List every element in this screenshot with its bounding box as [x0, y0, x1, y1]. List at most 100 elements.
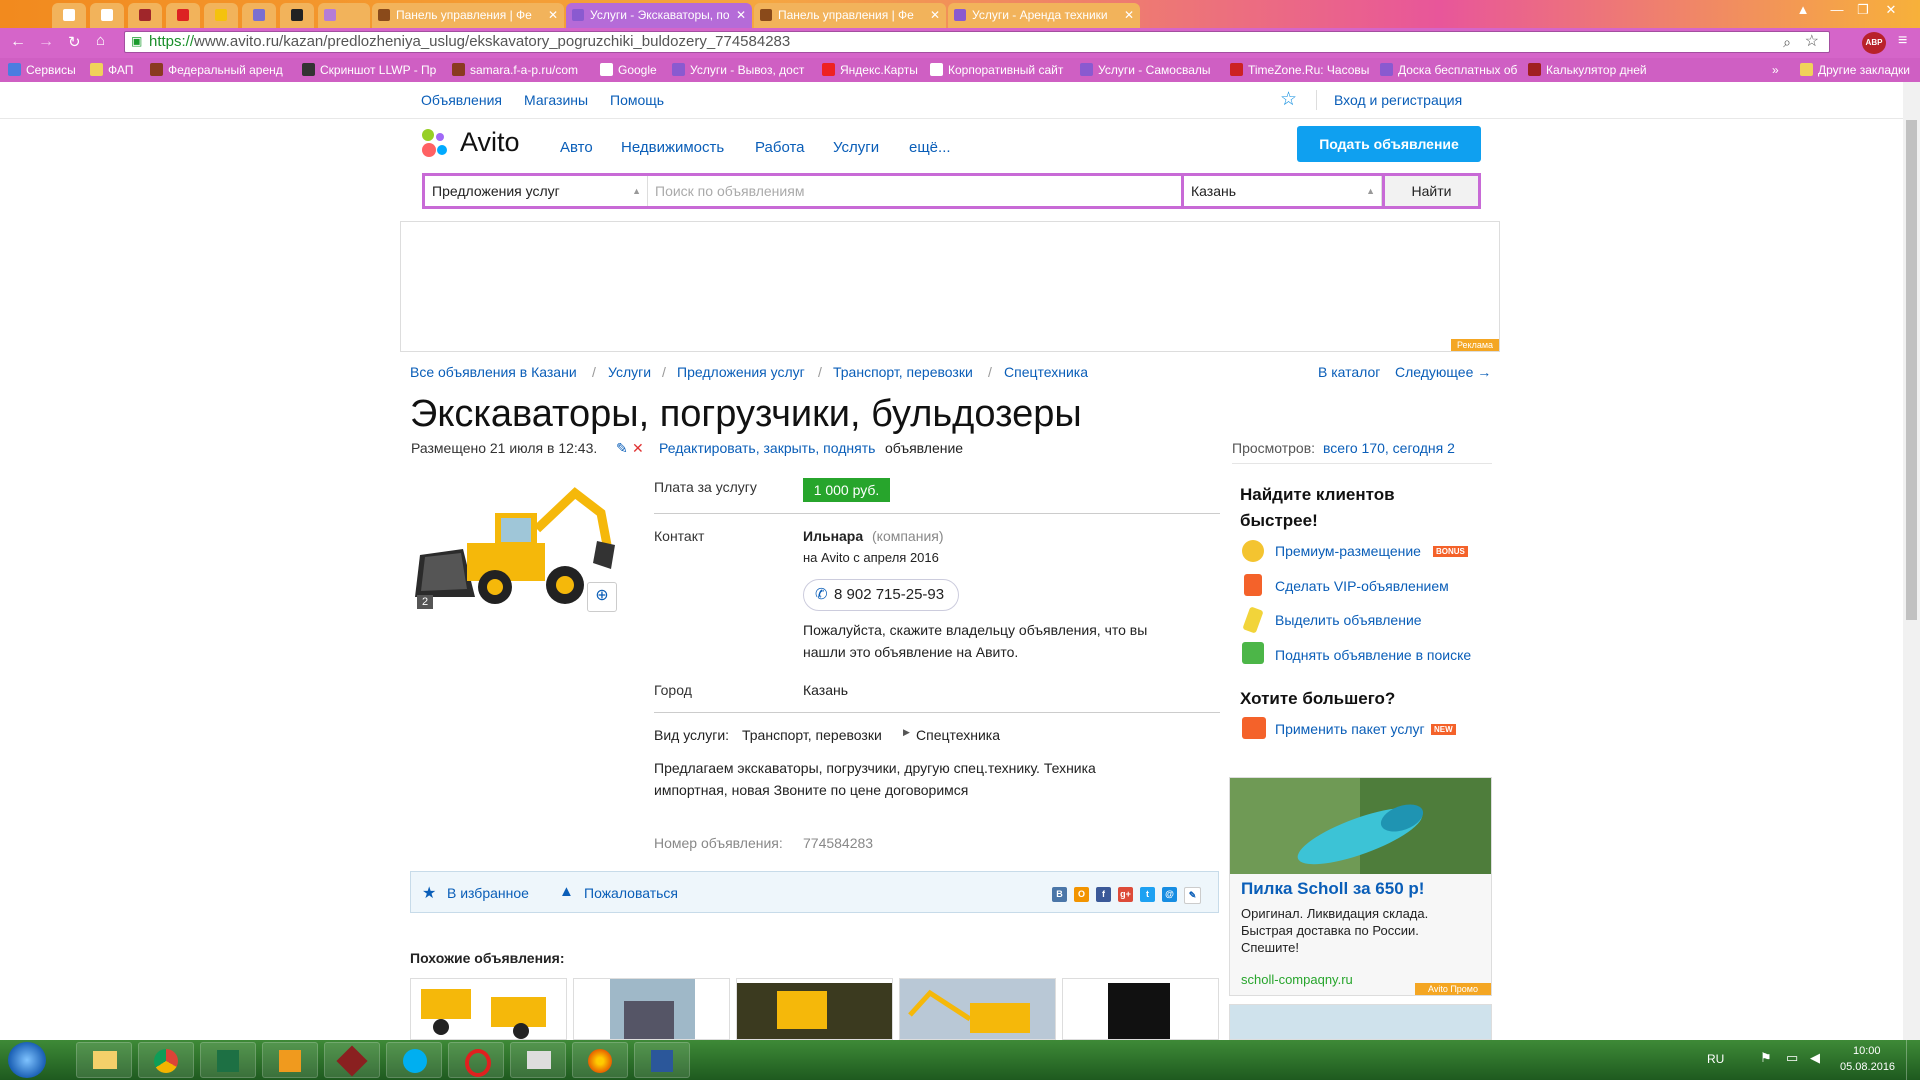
google-plus-share-icon[interactable]: g+ — [1118, 887, 1133, 902]
bookmark-item[interactable]: Сервисы — [8, 62, 76, 78]
device-icon[interactable]: ▭ — [1786, 1050, 1798, 1066]
breadcrumb-service-offers[interactable]: Предложения услуг — [677, 364, 805, 380]
top-link-shops[interactable]: Магазины — [524, 92, 588, 108]
taskbar-opera[interactable] — [448, 1042, 504, 1078]
menu-icon[interactable]: ≡ — [1898, 32, 1907, 50]
ok-share-icon[interactable]: О — [1074, 887, 1089, 902]
favorites-star-icon[interactable]: ☆ — [1280, 88, 1297, 111]
close-icon[interactable]: ✕ — [548, 3, 558, 27]
promo-title[interactable]: Пилка Scholl за 650 р! — [1241, 879, 1424, 899]
bookmark-item[interactable]: Скриншот LLWP - Пр — [302, 62, 436, 78]
pinned-tab[interactable] — [242, 3, 276, 28]
taskbar-outlook[interactable] — [262, 1042, 318, 1078]
pinned-tab[interactable] — [90, 3, 124, 28]
premium-link[interactable]: Премиум-размещение — [1275, 543, 1421, 559]
top-link-help[interactable]: Помощь — [610, 92, 664, 108]
taskbar-word[interactable] — [634, 1042, 690, 1078]
similar-thumb[interactable] — [899, 978, 1056, 1040]
browser-tab[interactable]: Услуги - Аренда техники ✕ — [948, 3, 1140, 28]
delete-icon[interactable]: ✕ — [632, 440, 644, 457]
views-count[interactable]: всего 170, сегодня 2 — [1323, 440, 1455, 456]
minimize-icon[interactable]: — — [1826, 2, 1848, 18]
city-select[interactable]: Казань ▲ — [1184, 176, 1382, 206]
zoom-icon[interactable]: ⌕ — [1783, 32, 1791, 52]
top-link-ads[interactable]: Объявления — [421, 92, 502, 108]
volume-icon[interactable]: ◀ — [1810, 1050, 1820, 1066]
pinned-tab[interactable] — [280, 3, 314, 28]
login-link[interactable]: Вход и регистрация — [1334, 92, 1462, 108]
next-link[interactable]: Следующее → — [1395, 364, 1491, 380]
pinned-tab[interactable] — [204, 3, 238, 28]
breadcrumb-all-kazan[interactable]: Все объявления в Казани — [410, 364, 577, 380]
package-link[interactable]: Применить пакет услуг — [1275, 721, 1425, 737]
breadcrumb-special-equipment[interactable]: Спецтехника — [1004, 364, 1088, 380]
home-icon[interactable]: ⌂ — [96, 32, 105, 49]
flag-icon[interactable]: ⚑ — [1760, 1050, 1772, 1066]
adblock-extension-icon[interactable]: ABP 21 — [1862, 32, 1886, 69]
browser-tab-active[interactable]: Услуги - Экскаваторы, по ✕ — [566, 3, 752, 28]
nav-realty[interactable]: Недвижимость — [621, 139, 724, 156]
promo-block-next[interactable] — [1229, 1004, 1492, 1040]
start-button[interactable] — [8, 1042, 46, 1078]
bookmark-item[interactable]: Услуги - Вывоз, дост — [672, 62, 804, 78]
promo-site[interactable]: scholl-compaqny.ru — [1241, 972, 1353, 987]
taskbar-chrome[interactable] — [138, 1042, 194, 1078]
scrollbar-thumb[interactable] — [1906, 120, 1917, 620]
category-select[interactable]: Предложения услуг ▲ — [425, 176, 648, 206]
user-icon[interactable]: ▲ — [1792, 2, 1814, 18]
mail-share-icon[interactable]: @ — [1162, 887, 1177, 902]
nav-services[interactable]: Услуги — [833, 139, 879, 156]
more-bookmarks[interactable]: » — [1772, 62, 1779, 78]
similar-thumb[interactable] — [736, 978, 893, 1040]
raise-link[interactable]: Поднять объявление в поиске — [1275, 647, 1471, 663]
livejournal-share-icon[interactable]: ✎ — [1184, 887, 1201, 904]
phone-button[interactable]: ✆ 8 902 715-25-93 — [803, 579, 959, 611]
bookmark-item[interactable]: Доска бесплатных об — [1380, 62, 1517, 78]
bookmark-item[interactable]: Калькулятор дней — [1528, 62, 1647, 78]
post-ad-button[interactable]: Подать объявление — [1297, 126, 1481, 162]
zoom-in-icon[interactable]: ⊕ — [587, 582, 617, 612]
breadcrumb-services[interactable]: Услуги — [608, 364, 651, 380]
close-icon[interactable]: ✕ — [736, 3, 746, 27]
nav-more[interactable]: ещё... — [909, 139, 951, 156]
bookmark-item[interactable]: Google — [600, 62, 657, 78]
add-to-favorites-link[interactable]: В избранное — [447, 885, 529, 901]
maximize-icon[interactable]: ❐ — [1852, 2, 1874, 18]
forward-icon[interactable]: → — [38, 33, 54, 51]
search-input[interactable]: Поиск по объявлениям — [648, 176, 1181, 206]
bookmark-item[interactable]: Яндекс.Карты — [822, 62, 918, 78]
clock-date[interactable]: 05.08.2016 — [1840, 1061, 1895, 1073]
taskbar-fap[interactable] — [324, 1042, 380, 1078]
vip-link[interactable]: Сделать VIP-объявлением — [1275, 578, 1449, 594]
nav-work[interactable]: Работа — [755, 139, 805, 156]
catalog-link[interactable]: В каталог — [1318, 364, 1380, 380]
close-icon[interactable]: ✕ — [930, 3, 940, 27]
taskbar-explorer[interactable] — [76, 1042, 132, 1078]
highlight-link[interactable]: Выделить объявление — [1275, 612, 1422, 628]
pinned-tab[interactable] — [128, 3, 162, 28]
bookmark-item[interactable]: samara.f-a-p.ru/com — [452, 62, 578, 78]
similar-thumb[interactable] — [1062, 978, 1219, 1040]
taskbar-skype[interactable] — [386, 1042, 442, 1078]
twitter-share-icon[interactable]: t — [1140, 887, 1155, 902]
search-button[interactable]: Найти — [1385, 176, 1478, 206]
browser-tab[interactable]: Панель управления | Фе ✕ — [372, 3, 564, 28]
show-desktop-button[interactable] — [1906, 1040, 1920, 1080]
bookmark-item[interactable]: Услуги - Самосвалы — [1080, 62, 1211, 78]
vk-share-icon[interactable]: В — [1052, 887, 1067, 902]
taskbar-excel[interactable] — [200, 1042, 256, 1078]
breadcrumb-transport[interactable]: Транспорт, перевозки — [833, 364, 973, 380]
pinned-tab[interactable] — [166, 3, 200, 28]
report-link[interactable]: Пожаловаться — [584, 885, 678, 901]
bookmark-item[interactable]: Федеральный аренд — [150, 62, 283, 78]
ad-banner[interactable] — [400, 221, 1500, 352]
pinned-tab[interactable] — [318, 3, 370, 28]
close-window-icon[interactable]: ✕ — [1880, 2, 1902, 18]
taskbar-firefox[interactable] — [572, 1042, 628, 1078]
language-indicator[interactable]: RU — [1707, 1052, 1724, 1066]
edit-pencil-icon[interactable]: ✎ — [616, 440, 628, 457]
bookmark-item[interactable]: Корпоративный сайт — [930, 62, 1063, 78]
pinned-tab[interactable] — [52, 3, 86, 28]
bookmark-star-icon[interactable]: ☆ — [1805, 32, 1819, 52]
contact-name[interactable]: Ильнара — [803, 528, 863, 544]
